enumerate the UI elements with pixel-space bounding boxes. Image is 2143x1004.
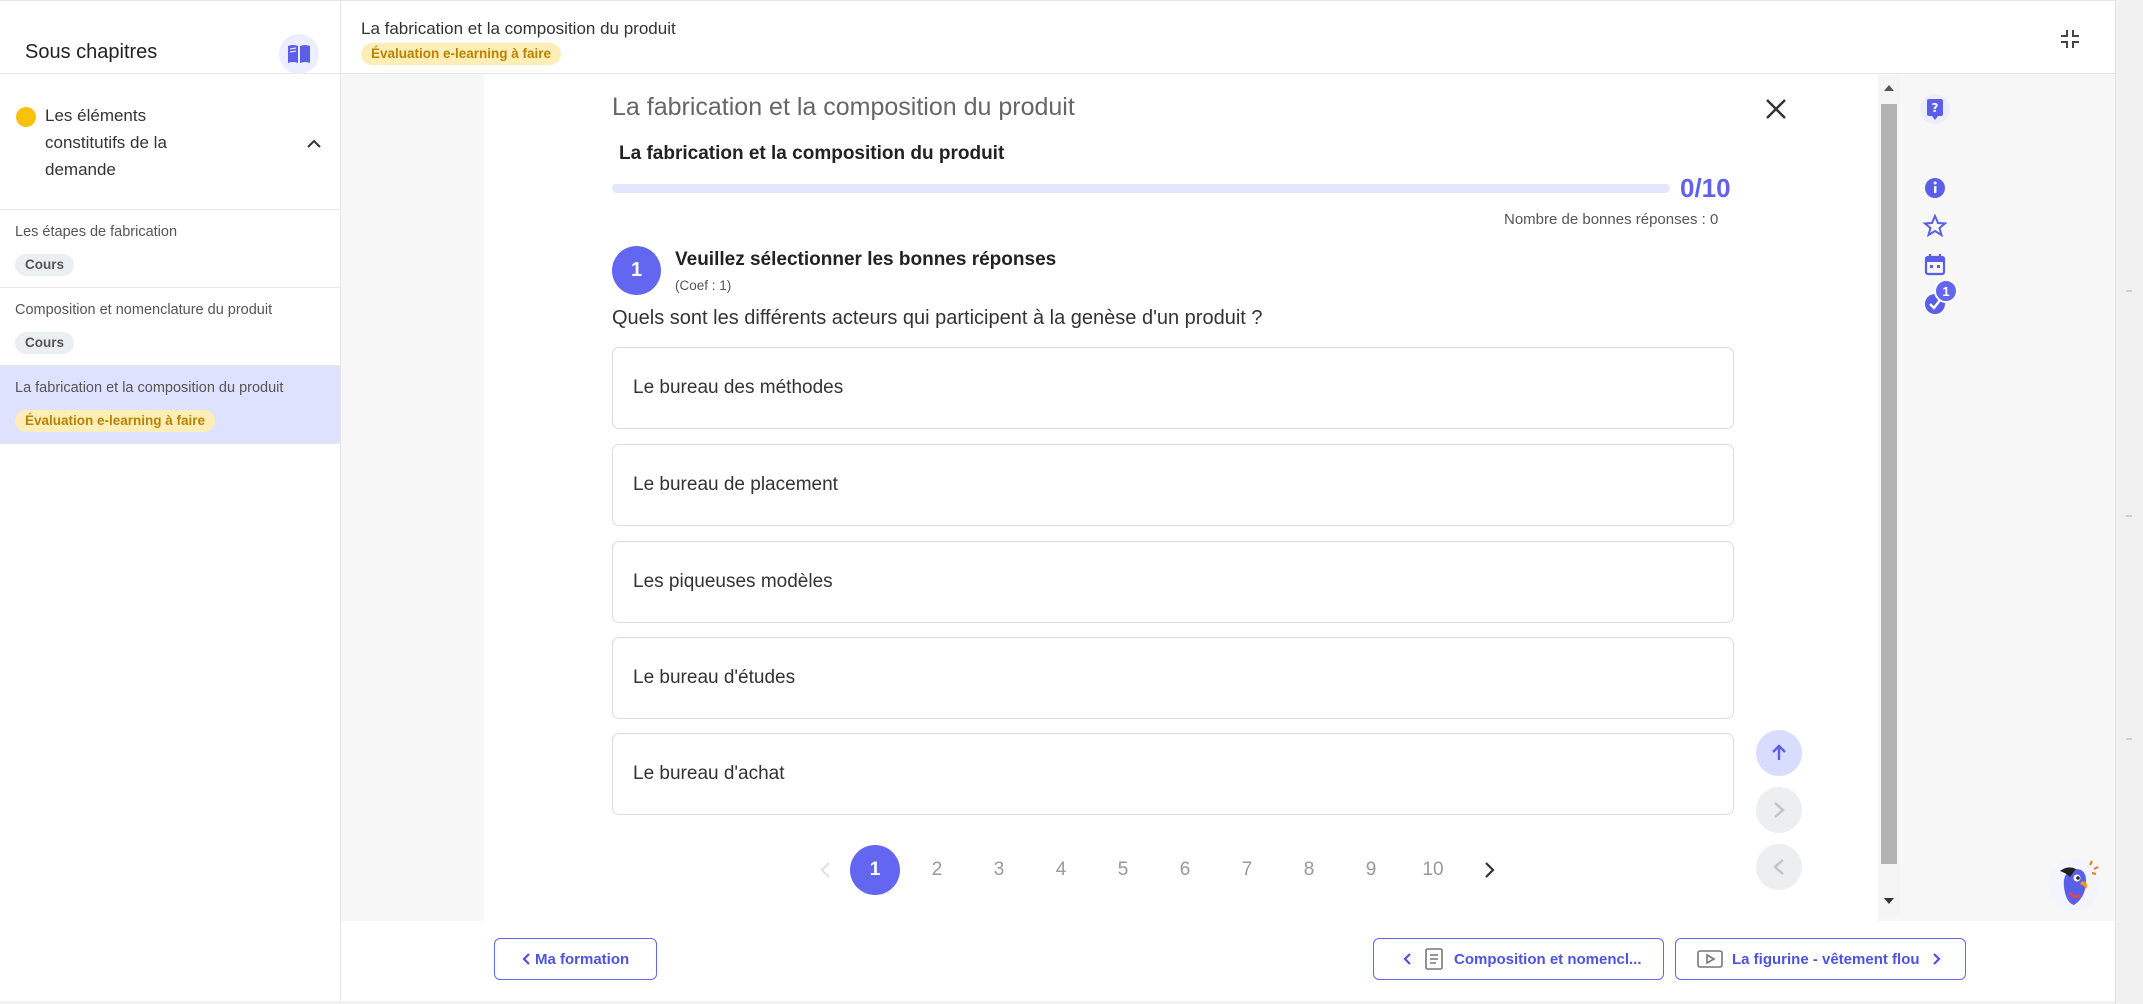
right-gutter — [2115, 0, 2143, 1004]
gutter-tick — [2126, 738, 2132, 740]
question-pagination: 1 2 3 4 5 6 7 8 9 10 — [800, 845, 1500, 895]
chapter-label: Les éléments constitutifs de la demande — [45, 106, 167, 179]
good-answers-count: Nombre de bonnes réponses : 0 — [1504, 211, 1719, 228]
page-button-10[interactable]: 10 — [1408, 845, 1458, 895]
video-icon — [1697, 950, 1723, 968]
sidebar-item-label: Composition et nomenclature du produit — [15, 302, 273, 318]
page-button-6[interactable]: 6 — [1160, 845, 1210, 895]
quiz-subtitle: La fabrication et la composition du prod… — [619, 143, 1005, 164]
info-icon[interactable] — [1920, 175, 1950, 206]
question-text: Quels sont les différents acteurs qui pa… — [612, 307, 1263, 329]
answer-option[interactable]: Le bureau des méthodes — [612, 347, 1734, 429]
open-book-icon[interactable] — [279, 34, 319, 74]
previous-question-button[interactable] — [1756, 844, 1802, 890]
next-lesson-button[interactable]: La figurine - vêtement flou — [1675, 938, 1966, 980]
page-button-2[interactable]: 2 — [912, 845, 962, 895]
answer-option[interactable]: Le bureau de placement — [612, 444, 1734, 526]
sidebar-item-fabrication-composition[interactable]: La fabrication et la composition du prod… — [0, 366, 340, 444]
close-icon[interactable] — [1764, 97, 1788, 126]
question-number: 1 — [612, 246, 661, 295]
app-window: Sous chapitres Les éléments constitutifs… — [0, 0, 2115, 1001]
course-badge: Cours — [15, 254, 75, 276]
sidebar-item-label: La fabrication et la composition du prod… — [15, 380, 284, 396]
gutter-tick — [2126, 290, 2132, 292]
pagination-prev[interactable] — [800, 845, 850, 895]
page-button-5[interactable]: 5 — [1098, 845, 1148, 895]
chevron-right-icon — [1485, 862, 1495, 878]
question-coef: (Coef : 1) — [675, 278, 732, 293]
content-header: La fabrication et la composition du prod… — [341, 1, 2115, 74]
chevron-up-icon[interactable] — [306, 136, 322, 154]
gutter-tick — [2126, 515, 2132, 517]
page-button-1[interactable]: 1 — [850, 845, 900, 895]
chevron-left-icon — [522, 953, 530, 965]
page-button-4[interactable]: 4 — [1036, 845, 1086, 895]
chapter-item[interactable]: Les éléments constitutifs de la demande — [0, 74, 340, 210]
answer-label: Le bureau de placement — [633, 474, 838, 495]
pagination-next[interactable] — [1465, 845, 1515, 895]
parrot-mascot-icon[interactable] — [2046, 857, 2102, 918]
chevron-right-icon — [1932, 953, 1941, 965]
document-icon — [1425, 948, 1443, 970]
collapse-icon[interactable] — [2060, 29, 2080, 54]
scrollbar[interactable] — [1878, 76, 1900, 918]
question-instruction: Veuillez sélectionner les bonnes réponse… — [675, 249, 1057, 270]
quiz-progress-bar — [612, 184, 1670, 193]
sidebar: Sous chapitres Les éléments constitutifs… — [0, 1, 341, 1001]
answer-label: Le bureau d'achat — [633, 763, 785, 784]
sidebar-title: Sous chapitres — [25, 41, 158, 63]
sidebar-item-label: Les étapes de fabrication — [15, 224, 178, 240]
scroll-down-arrow[interactable] — [1883, 897, 1895, 905]
panel-margin-left — [341, 74, 484, 921]
chevron-right-icon — [1774, 802, 1785, 818]
answer-option[interactable]: Les piqueuses modèles — [612, 541, 1734, 623]
course-badge: Cours — [15, 332, 75, 354]
star-icon[interactable] — [1920, 213, 1950, 244]
answer-option[interactable]: Le bureau d'études — [612, 637, 1734, 719]
my-training-button[interactable]: Ma formation — [494, 938, 657, 980]
quiz-progress-text: 0/10 — [1680, 173, 1731, 203]
sidebar-header: Sous chapitres — [0, 1, 340, 74]
sidebar-item-etapes-fabrication[interactable]: Les étapes de fabrication Cours — [0, 210, 340, 288]
page-button-8[interactable]: 8 — [1284, 845, 1334, 895]
status-badge: Évaluation e-learning à faire — [361, 43, 562, 65]
notification-badge: 1 — [1934, 279, 1958, 303]
next-question-button[interactable] — [1756, 787, 1802, 833]
chevron-left-icon — [1403, 953, 1411, 965]
page-button-9[interactable]: 9 — [1346, 845, 1396, 895]
svg-text:?: ? — [1932, 101, 1939, 115]
my-training-label: Ma formation — [535, 950, 630, 968]
previous-lesson-button[interactable]: Composition et nomencl... — [1373, 938, 1664, 980]
scroll-up-arrow[interactable] — [1883, 84, 1895, 92]
chevron-left-icon — [1773, 859, 1784, 875]
answer-option[interactable]: Le bureau d'achat — [612, 733, 1734, 815]
next-lesson-label: La figurine - vêtement flou — [1732, 950, 1920, 968]
scrollbar-thumb[interactable] — [1881, 104, 1897, 864]
quiz-panel-title: La fabrication et la composition du prod… — [612, 93, 1075, 121]
page-title: La fabrication et la composition du prod… — [361, 19, 676, 38]
previous-lesson-label: Composition et nomencl... — [1454, 950, 1642, 968]
answer-label: Le bureau d'études — [633, 667, 796, 688]
evaluation-badge: Évaluation e-learning à faire — [15, 410, 216, 432]
help-icon[interactable]: ? — [1920, 93, 1950, 130]
chapter-status-dot — [16, 107, 36, 127]
chevron-left-icon — [820, 862, 830, 878]
panel-margin-right — [1878, 74, 2115, 921]
answer-label: Les piqueuses modèles — [633, 571, 833, 592]
scroll-to-top-button[interactable] — [1756, 730, 1802, 776]
page-button-7[interactable]: 7 — [1222, 845, 1272, 895]
sidebar-item-composition-nomenclature[interactable]: Composition et nomenclature du produit C… — [0, 288, 340, 366]
page-button-3[interactable]: 3 — [974, 845, 1024, 895]
arrow-up-icon — [1772, 744, 1786, 760]
answer-label: Le bureau des méthodes — [633, 377, 844, 398]
